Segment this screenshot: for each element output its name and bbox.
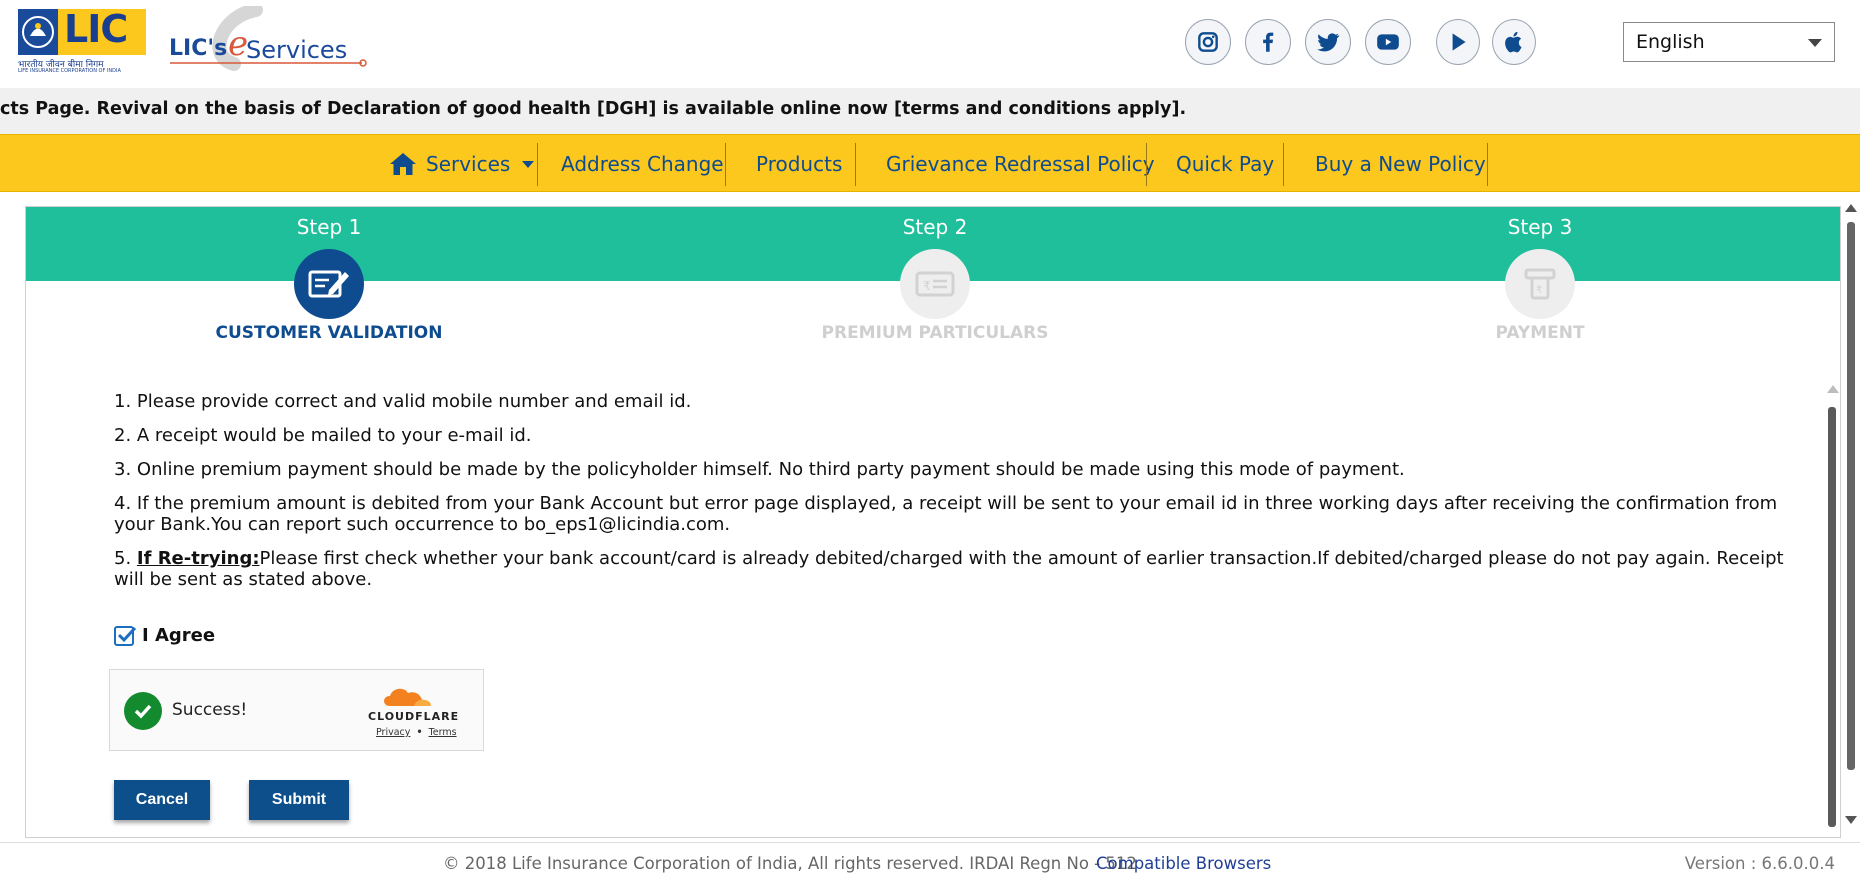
announcement-text: cts Page. Revival on the basis of Declar… [0, 99, 1187, 119]
captcha-privacy-link[interactable]: Privacy [376, 727, 410, 738]
footer-copyright: © 2018 Life Insurance Corporation of Ind… [443, 854, 1137, 873]
instruction-3: 3. Online premium payment should be made… [114, 459, 1405, 480]
apple-icon[interactable] [1492, 19, 1536, 65]
nav-item-label: Address Change [561, 152, 724, 176]
step-3-label: PAYMENT [1495, 323, 1585, 343]
scroll-up-arrow-icon[interactable] [1827, 385, 1839, 393]
nav-item-address-change[interactable]: Address Change [561, 143, 724, 185]
nav-item-label: Grievance Redressal Policy [886, 152, 1155, 176]
home-icon [390, 153, 416, 175]
atm-icon: ₹ [1524, 268, 1556, 300]
cloudflare-brand: CLOUDFLARE [368, 710, 460, 723]
captcha-status: Success! [172, 700, 248, 720]
instruction-5-emphasis: If Re-trying: [136, 548, 260, 569]
lic-logo-sub: LIFE INSURANCE CORPORATION OF INDIA [18, 68, 121, 74]
lic-logo-text: LIC [64, 7, 128, 51]
lic-logo[interactable]: LIC भारतीय जीवन बीमा निगम LIFE INSURANCE… [18, 7, 148, 74]
edit-form-icon [308, 270, 349, 298]
rupee-card-icon: ₹ [915, 271, 955, 297]
captcha-widget[interactable]: Success! CLOUDFLARE Privacy • Terms [109, 669, 484, 751]
nav-separator [725, 143, 726, 186]
nav-item-grievance[interactable]: Grievance Redressal Policy [886, 143, 1155, 185]
nav-item-label: Products [756, 152, 843, 176]
captcha-link-separator: • [416, 727, 423, 738]
cloudflare-cloud-icon [384, 688, 431, 706]
svg-text:₹: ₹ [1536, 285, 1542, 296]
agree-checkbox[interactable] [114, 625, 137, 646]
language-select-value: English [1636, 31, 1705, 53]
header: LIC भारतीय जीवन बीमा निगम LIFE INSURANCE… [0, 0, 1860, 88]
nav-item-label: Services [426, 152, 511, 176]
nav-item-buy-new-policy[interactable]: Buy a New Policy [1315, 143, 1486, 185]
nav-item-quick-pay[interactable]: Quick Pay [1176, 143, 1274, 185]
step-2-title: Step 2 [902, 215, 968, 239]
instruction-1: 1. Please provide correct and valid mobi… [114, 391, 692, 412]
facebook-icon[interactable] [1245, 19, 1291, 65]
step-2-label: PREMIUM PARTICULARS [821, 323, 1049, 343]
inner-scrollbar[interactable] [1826, 385, 1839, 835]
step-3-circle: ₹ [1505, 249, 1575, 319]
footer-version: Version : 6.6.0.0.4 [1684, 854, 1835, 873]
twitter-icon[interactable] [1305, 19, 1351, 65]
svg-text:₹: ₹ [923, 279, 931, 293]
footer: © 2018 Life Insurance Corporation of Ind… [0, 842, 1860, 885]
eservices-prefix: LIC's [169, 36, 228, 61]
step-1-title: Step 1 [296, 215, 362, 239]
nav-separator [1146, 143, 1147, 186]
instruction-4: 4. If the premium amount is debited from… [114, 493, 1778, 535]
page-scrollbar[interactable] [1845, 204, 1857, 830]
instruction-5: 5. If Re-trying:Please first check wheth… [114, 548, 1814, 590]
language-select[interactable]: English [1623, 22, 1835, 62]
chevron-down-icon [1808, 39, 1822, 47]
instruction-2: 2. A receipt would be mailed to your e-m… [114, 425, 532, 446]
instruction-5-prefix: 5. [114, 548, 137, 569]
announcement-marquee: cts Page. Revival on the basis of Declar… [0, 88, 1860, 134]
step-3-title: Step 3 [1507, 215, 1573, 239]
main-nav: Services Address Change Products Grievan… [0, 134, 1860, 192]
nav-separator [537, 143, 538, 186]
eservices-logo[interactable]: LIC's e Services [166, 6, 376, 74]
step-1-circle [294, 249, 364, 319]
agree-label: I Agree [142, 625, 216, 646]
scroll-down-arrow-icon[interactable] [1845, 816, 1857, 824]
nav-item-label: Quick Pay [1176, 152, 1275, 176]
step-2-circle: ₹ [900, 249, 970, 319]
captcha-links: Privacy • Terms [376, 727, 457, 738]
nav-item-products[interactable]: Products [756, 143, 842, 185]
success-check-icon [124, 692, 162, 730]
nav-separator [1283, 143, 1284, 186]
eservices-suffix: Services [246, 36, 348, 64]
page-scrollbar-thumb[interactable] [1847, 222, 1855, 770]
nav-item-services[interactable]: Services [388, 143, 535, 185]
instructions-list: 1. Please provide correct and valid mobi… [114, 391, 1814, 603]
payment-panel: Step 1 CUSTOMER VALIDATION Step 2 ₹ PREM… [25, 206, 1841, 838]
youtube-icon[interactable] [1365, 19, 1411, 65]
instruction-5-text: Please first check whether your bank acc… [114, 548, 1784, 590]
play-store-icon[interactable] [1436, 19, 1480, 65]
captcha-terms-link[interactable]: Terms [429, 727, 457, 738]
instagram-icon[interactable] [1185, 19, 1231, 65]
checkmark-icon [117, 626, 137, 642]
step-1-label: CUSTOMER VALIDATION [215, 323, 443, 343]
caret-down-icon [522, 160, 535, 168]
compatible-browsers-link[interactable]: Compatible Browsers [1096, 854, 1271, 873]
nav-separator [855, 143, 856, 186]
agree-checkbox-row[interactable]: I Agree [114, 625, 215, 646]
cancel-button[interactable]: Cancel [114, 780, 210, 820]
nav-separator [1487, 143, 1488, 186]
nav-item-label: Buy a New Policy [1315, 152, 1486, 176]
submit-button[interactable]: Submit [249, 780, 349, 820]
scroll-up-arrow-icon[interactable] [1845, 204, 1857, 212]
inner-scrollbar-thumb[interactable] [1828, 407, 1836, 827]
